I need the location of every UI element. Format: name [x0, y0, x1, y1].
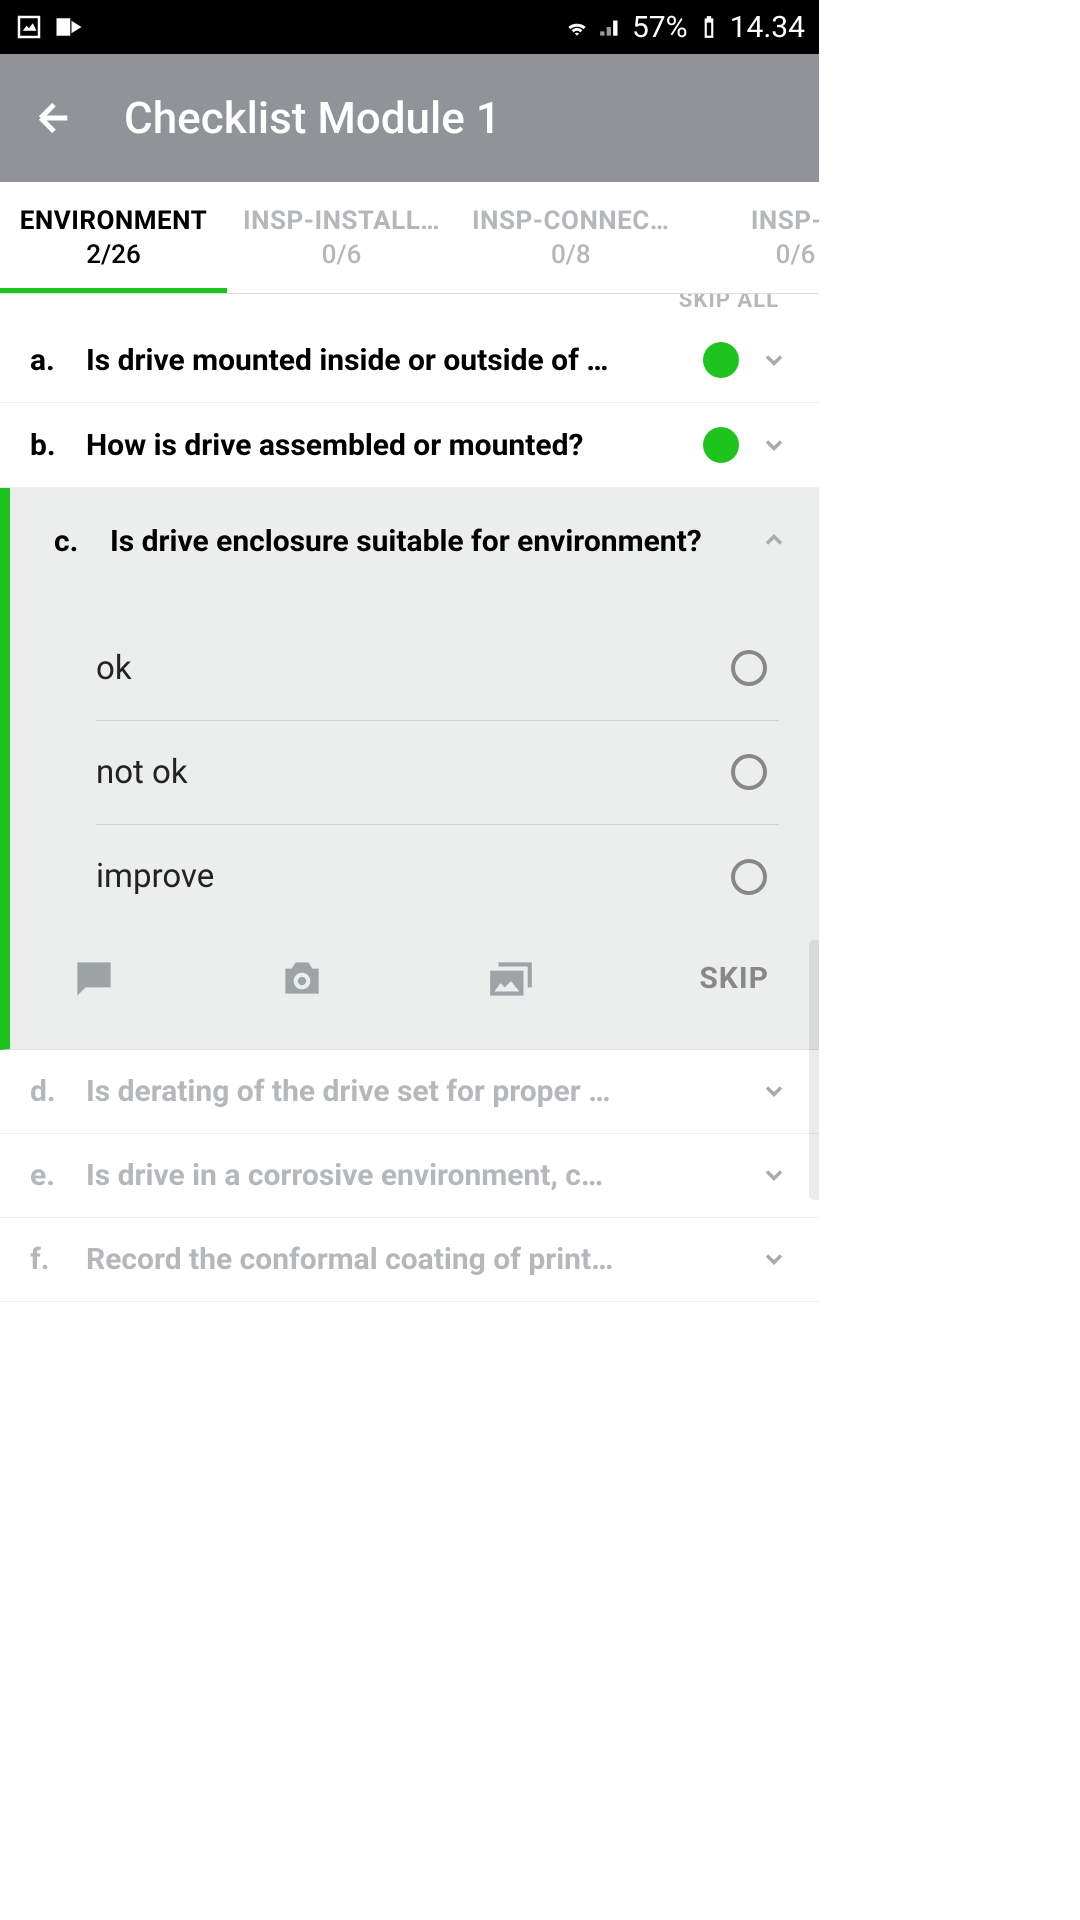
gallery-button[interactable] [481, 949, 541, 1009]
option-ok[interactable]: ok [96, 617, 779, 721]
comment-icon [69, 954, 119, 1004]
battery-icon [696, 14, 722, 40]
question-c-header[interactable]: c. Is drive enclosure suitable for envir… [10, 488, 819, 597]
tab-label: INSP-A [751, 206, 819, 236]
chevron-down-icon [749, 346, 799, 374]
status-left [14, 12, 84, 42]
gallery-icon [486, 954, 536, 1004]
question-letter: e. [30, 1158, 86, 1193]
radio-unchecked [731, 859, 767, 895]
outlook-icon [54, 12, 84, 42]
back-button[interactable] [24, 88, 84, 148]
comment-button[interactable] [64, 949, 124, 1009]
status-dot-answered [703, 342, 739, 378]
question-letter: d. [30, 1074, 86, 1109]
question-f[interactable]: f. Record the conformal coating of print… [0, 1218, 819, 1302]
radio-unchecked [731, 650, 767, 686]
question-letter: b. [30, 428, 86, 463]
tab-count: 0/6 [776, 240, 816, 270]
tab-label: INSP-CONNEC… [472, 206, 669, 236]
tab-bar: ENVIRONMENT 2/26 INSP-INSTALL… 0/6 INSP-… [0, 182, 819, 294]
tab-insp-install[interactable]: INSP-INSTALL… 0/6 [227, 182, 456, 293]
question-c-expanded: c. Is drive enclosure suitable for envir… [0, 488, 819, 1050]
chevron-down-icon [749, 1245, 799, 1273]
scroll-indicator[interactable] [809, 940, 819, 1200]
signal-icon [598, 14, 624, 40]
skip-all-remnant: SKIP ALL [0, 294, 819, 318]
tab-count: 0/8 [551, 240, 591, 270]
camera-icon [277, 954, 327, 1004]
question-letter: c. [54, 522, 110, 559]
back-arrow-icon [34, 98, 74, 138]
clock-time: 14.34 [730, 10, 805, 45]
chevron-down-icon [749, 1161, 799, 1189]
chevron-up-icon [749, 522, 799, 554]
page-title: Checklist Module 1 [124, 92, 501, 144]
question-text: Record the conformal coating of print… [86, 1242, 739, 1277]
question-b[interactable]: b. How is drive assembled or mounted? [0, 403, 819, 488]
content: SKIP ALL a. Is drive mounted inside or o… [0, 294, 819, 1302]
chevron-down-icon [749, 1077, 799, 1105]
image-icon [14, 12, 44, 42]
question-d[interactable]: d. Is derating of the drive set for prop… [0, 1050, 819, 1134]
tab-environment[interactable]: ENVIRONMENT 2/26 [0, 182, 227, 293]
tab-count: 0/6 [322, 240, 362, 270]
tab-insp-connec[interactable]: INSP-CONNEC… 0/8 [456, 182, 685, 293]
status-right: 57% 14.34 [564, 10, 805, 45]
wifi-icon [564, 14, 590, 40]
option-improve[interactable]: improve [96, 825, 779, 929]
camera-button[interactable] [272, 949, 332, 1009]
tab-label: ENVIRONMENT [20, 206, 207, 236]
tab-label: INSP-INSTALL… [243, 206, 440, 236]
question-e[interactable]: e. Is drive in a corrosive environment, … [0, 1134, 819, 1218]
question-text: How is drive assembled or mounted? [86, 428, 703, 463]
answer-options: ok not ok improve [10, 597, 819, 929]
status-bar: 57% 14.34 [0, 0, 819, 54]
question-letter: a. [30, 343, 86, 378]
tab-count: 2/26 [86, 240, 140, 270]
app-bar: Checklist Module 1 [0, 54, 819, 182]
tab-insp-a[interactable]: INSP-A 0/6 [686, 182, 819, 293]
question-actions: SKIP [10, 929, 819, 1019]
radio-unchecked [731, 754, 767, 790]
question-text: Is drive in a corrosive environment, c… [86, 1158, 739, 1193]
chevron-down-icon [749, 431, 799, 459]
question-a[interactable]: a. Is drive mounted inside or outside of… [0, 318, 819, 403]
question-text: Is drive mounted inside or outside of … [86, 343, 703, 378]
option-label: improve [96, 857, 214, 896]
option-not-ok[interactable]: not ok [96, 721, 779, 825]
option-label: ok [96, 649, 132, 688]
question-letter: f. [30, 1242, 86, 1277]
skip-button[interactable]: SKIP [689, 949, 779, 1008]
option-label: not ok [96, 753, 188, 792]
question-text: Is drive enclosure suitable for environm… [110, 522, 749, 563]
battery-pct: 57% [632, 10, 688, 45]
question-text: Is derating of the drive set for proper … [86, 1074, 739, 1109]
status-dot-answered [703, 427, 739, 463]
